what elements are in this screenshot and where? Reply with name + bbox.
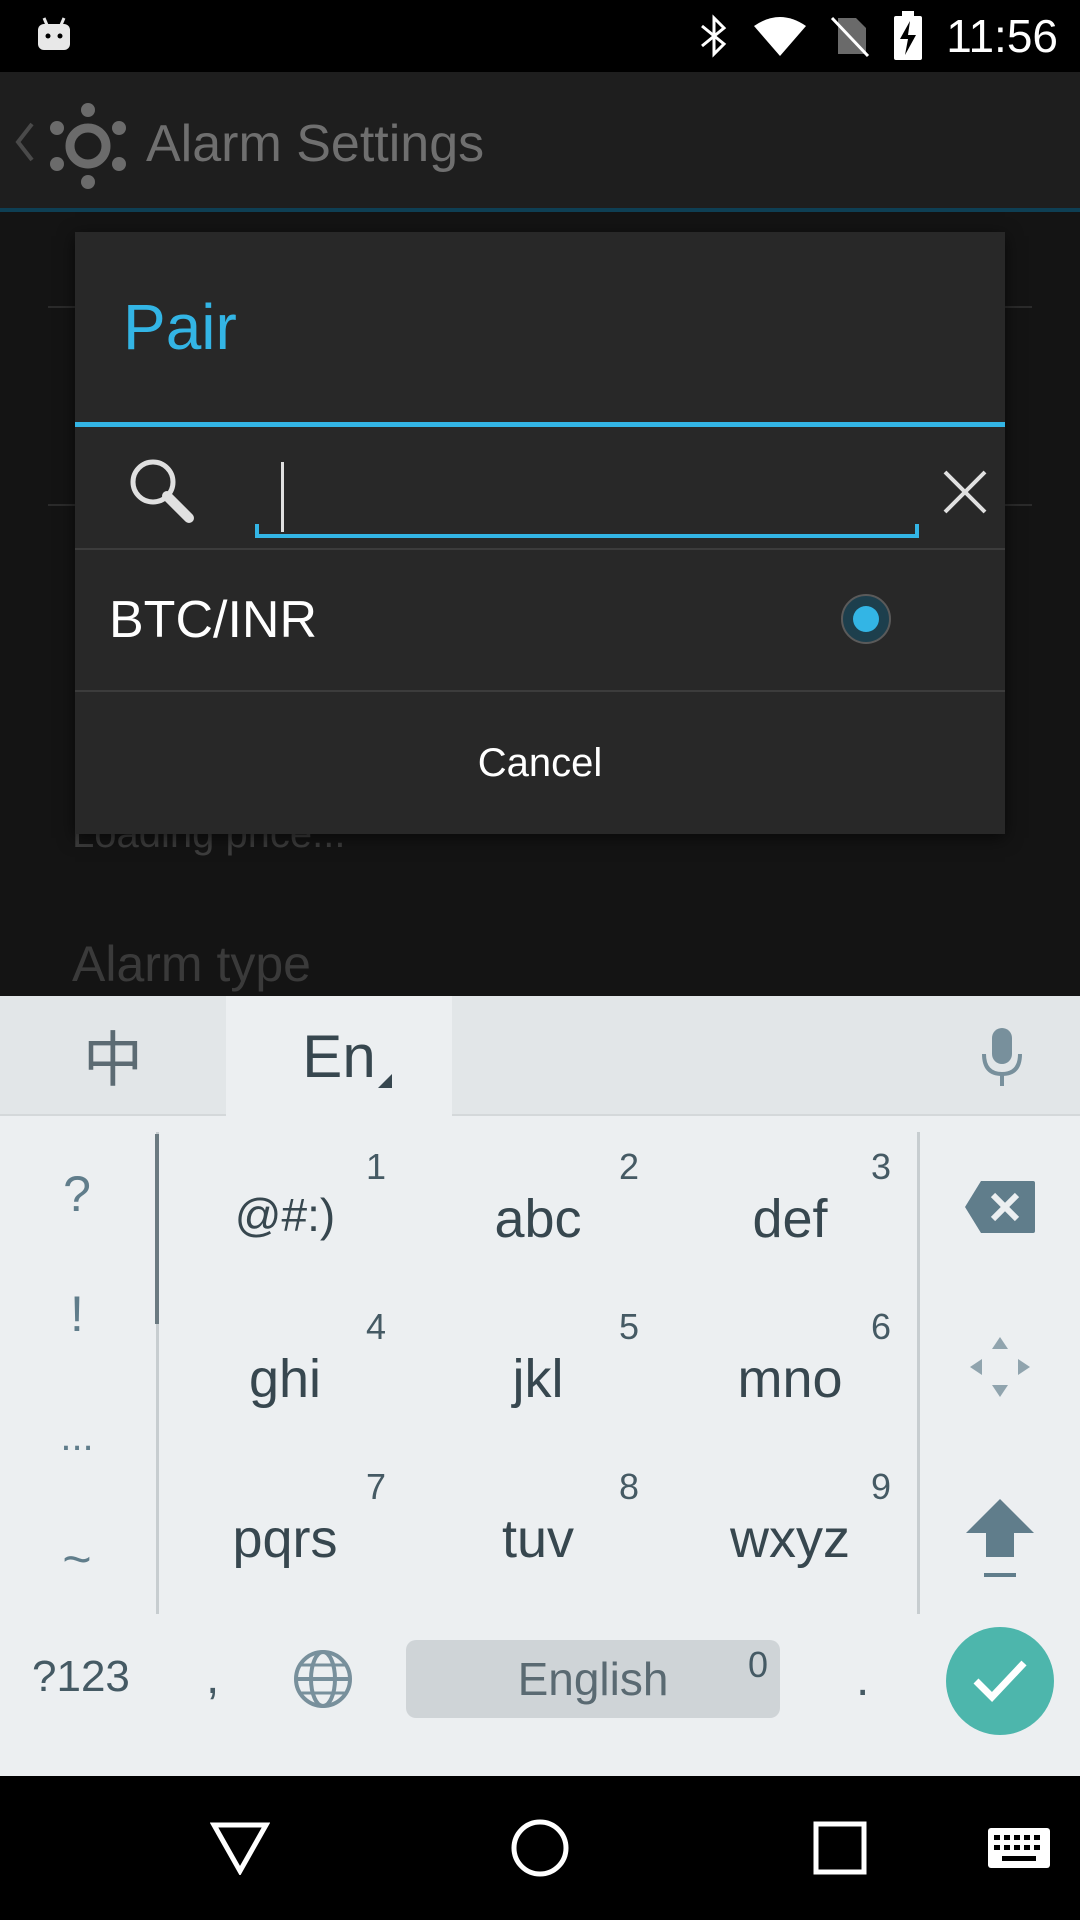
radio-dot: [853, 606, 879, 632]
keyboard-icon: [988, 1828, 1050, 1868]
key-number: 3: [870, 1146, 891, 1187]
key-9[interactable]: wxyz 9: [665, 1456, 915, 1606]
cursor-move-key[interactable]: [930, 1330, 1070, 1404]
nav-back-button[interactable]: [190, 1776, 290, 1920]
text-cursor: [281, 462, 284, 532]
shift-key[interactable]: [930, 1496, 1070, 1582]
key-number: 4: [365, 1306, 386, 1347]
key-number: 9: [870, 1466, 891, 1507]
pair-dialog: Pair BTC/INR Cancel: [75, 232, 1005, 834]
search-underline-tick: [255, 524, 259, 538]
tab-english-label: En: [302, 1022, 376, 1090]
comma-key[interactable]: ,: [206, 1650, 219, 1705]
key-label: @#:): [234, 1189, 336, 1241]
android-notification-icon: [38, 17, 70, 50]
nav-recents-button[interactable]: [790, 1776, 890, 1920]
scrollbar[interactable]: [155, 1134, 159, 1324]
key-number: 2: [618, 1146, 639, 1187]
enter-key[interactable]: [946, 1627, 1054, 1735]
close-icon[interactable]: [941, 468, 989, 516]
key-6[interactable]: mno 6: [665, 1296, 915, 1446]
key-label: ghi: [248, 1349, 322, 1409]
key-label: mno: [737, 1349, 843, 1409]
key-3[interactable]: def 3: [665, 1136, 915, 1286]
backspace-key[interactable]: [930, 1170, 1070, 1244]
list-item[interactable]: BTC/INR: [75, 550, 1005, 690]
dialog-title: Pair: [123, 291, 237, 363]
battery-charging-icon: [894, 11, 923, 60]
punct-key-question[interactable]: ?: [0, 1165, 154, 1223]
punct-key-exclamation[interactable]: !: [0, 1285, 154, 1343]
space-label: English: [517, 1653, 669, 1705]
alarm-type-heading: Alarm type: [72, 936, 311, 992]
search-underline: [255, 534, 919, 538]
key-number: 8: [618, 1466, 639, 1507]
microphone-icon[interactable]: [978, 1026, 1026, 1090]
option-label: BTC/INR: [109, 591, 317, 649]
key-label: abc: [494, 1189, 582, 1249]
search-field[interactable]: [255, 450, 919, 538]
key-label: jkl: [512, 1349, 564, 1409]
status-bar: 11:56: [0, 0, 1080, 72]
key-number: 6: [870, 1306, 891, 1347]
nav-home-button[interactable]: [490, 1776, 590, 1920]
app-bar: Alarm Settings: [0, 72, 1080, 212]
key-label: pqrs: [232, 1509, 338, 1569]
divider: [917, 1132, 920, 1614]
key-2[interactable]: abc 2: [413, 1136, 663, 1286]
navigation-bar: [0, 1776, 1080, 1920]
app-title: Alarm Settings: [146, 115, 485, 173]
key-label: tuv: [501, 1509, 575, 1569]
key-number: 5: [618, 1306, 639, 1347]
shift-arrow-icon: [966, 1499, 1034, 1577]
radio-button-selected[interactable]: [841, 594, 891, 644]
home-circle-icon: [511, 1819, 569, 1877]
key-7[interactable]: pqrs 7: [160, 1456, 410, 1606]
key-label: def: [752, 1189, 828, 1249]
dialog-title-divider: [75, 422, 1005, 427]
punct-key-tilde[interactable]: ~: [0, 1530, 154, 1588]
move-arrows-icon: [970, 1337, 1030, 1397]
punct-key-ellipsis[interactable]: ...: [0, 1415, 154, 1460]
key-1[interactable]: @#:) 1: [160, 1136, 410, 1286]
space-key[interactable]: English 0: [406, 1640, 780, 1718]
search-input[interactable]: [285, 458, 899, 530]
globe-icon[interactable]: [292, 1648, 354, 1710]
checkmark-icon: [973, 1660, 1027, 1703]
bluetooth-icon: [701, 14, 727, 58]
back-arrow-icon[interactable]: [12, 120, 36, 164]
cancel-button[interactable]: Cancel: [75, 692, 1005, 834]
symbols-key[interactable]: ?123: [32, 1652, 130, 1702]
period-key[interactable]: .: [856, 1652, 869, 1707]
clock: 11:56: [946, 10, 1058, 62]
key-8[interactable]: tuv 8: [413, 1456, 663, 1606]
key-number: 7: [365, 1466, 386, 1507]
backspace-icon: [965, 1181, 1035, 1233]
wifi-icon: [754, 17, 807, 56]
recents-square-icon: [813, 1821, 867, 1875]
key-label: wxyz: [730, 1509, 850, 1569]
gear-logo-icon: [50, 103, 126, 189]
space-number: 0: [747, 1644, 768, 1685]
corner-triangle-icon: [378, 1074, 392, 1088]
back-triangle-icon: [210, 1822, 270, 1875]
search-underline-tick: [915, 524, 919, 538]
keyboard-toolbar: 中 En: [0, 996, 1080, 1116]
tab-english[interactable]: En: [226, 996, 452, 1116]
tab-chinese[interactable]: 中: [0, 996, 226, 1114]
nav-keyboard-button[interactable]: [984, 1776, 1054, 1920]
no-sim-icon: [831, 16, 870, 58]
key-5[interactable]: jkl 5: [413, 1296, 663, 1446]
key-number: 1: [365, 1146, 386, 1187]
search-icon: [130, 459, 194, 523]
key-4[interactable]: ghi 4: [160, 1296, 410, 1446]
